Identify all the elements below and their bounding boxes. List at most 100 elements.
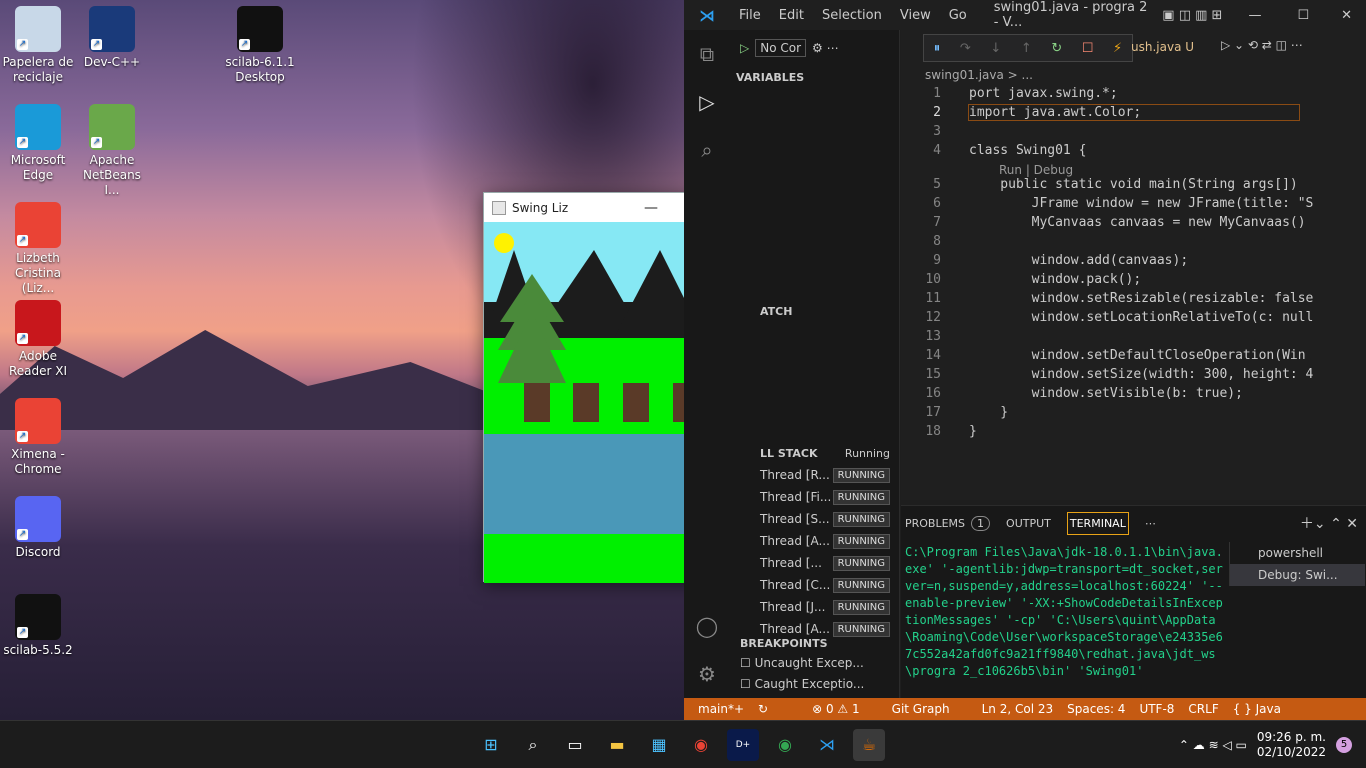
gear-icon[interactable]: ⚙ <box>684 650 730 698</box>
thread-row[interactable]: Thread [Fi... RUNNING <box>760 486 900 508</box>
thread-row[interactable]: Thread [... RUNNING <box>760 552 900 574</box>
code-line[interactable]: MyCanvaas canvaas = new MyCanvaas() <box>969 215 1306 230</box>
stop-icon[interactable]: ☐ <box>1082 41 1094 56</box>
thread-row[interactable]: Thread [S... RUNNING <box>760 508 900 530</box>
code-line[interactable]: } <box>969 424 977 439</box>
panel-controls[interactable]: ＋⌄ ⌃ ✕ <box>1300 513 1358 533</box>
desktop-icon[interactable]: ↗ Papelera de reciclaje <box>0 6 76 85</box>
desktop-icon[interactable]: ↗ scilab-6.1.1 Desktop <box>222 6 298 85</box>
codelens[interactable]: Run | Debug <box>999 163 1073 177</box>
hot-reload-icon[interactable]: ⚡ <box>1113 41 1122 56</box>
clock-date[interactable]: 02/10/2022 <box>1257 745 1326 760</box>
chrome-profile-icon[interactable]: ◉ <box>769 729 801 761</box>
tab-terminal[interactable]: TERMINAL <box>1066 511 1129 535</box>
task-view-icon[interactable]: ▭ <box>559 729 591 761</box>
java-icon[interactable]: ☕ <box>853 728 885 761</box>
step-out-icon[interactable]: ↑ <box>1021 41 1032 56</box>
chrome-icon[interactable]: ◉ <box>685 729 717 761</box>
code-line[interactable]: class Swing01 { <box>969 143 1086 158</box>
bp-uncaught[interactable]: ☐ Uncaught Excep... <box>740 656 864 677</box>
menu-edit[interactable]: Edit <box>779 8 804 23</box>
terminal-output[interactable]: C:\Program Files\Java\jdk-18.0.1.1\bin\j… <box>905 544 1223 680</box>
vscode-icon[interactable]: ⋊ <box>811 729 843 761</box>
start-debug-button[interactable]: ▷ <box>740 41 749 55</box>
search-icon[interactable]: ⌕ <box>684 126 730 174</box>
menu-go[interactable]: Go <box>949 8 967 23</box>
code-line[interactable]: window.setSize(width: 300, height: 4 <box>969 367 1314 382</box>
layout-icon[interactable]: ▣ ◫ ▥ ⊞ <box>1162 8 1222 23</box>
more-icon[interactable]: ⚙ ⋯ <box>812 41 839 55</box>
restart-icon[interactable]: ↻ <box>1051 41 1062 56</box>
status-sync[interactable]: ↻ <box>758 702 768 716</box>
menu-selection[interactable]: Selection <box>822 8 882 23</box>
step-over-icon[interactable]: ↷ <box>960 41 971 56</box>
code-line[interactable]: window.setVisible(b: true); <box>969 386 1243 401</box>
code-line[interactable]: port javax.swing.*; <box>969 86 1118 101</box>
code-line[interactable]: window.setDefaultCloseOperation(Win <box>969 348 1306 363</box>
max-icon[interactable]: ☐ <box>1297 8 1309 23</box>
debug-icon[interactable]: ▷ <box>684 78 730 126</box>
status-position[interactable]: Ln 2, Col 23 <box>982 702 1054 716</box>
status-encoding[interactable]: UTF-8 <box>1139 702 1174 716</box>
desktop-icon[interactable]: ↗ Dev-C++ <box>74 6 150 70</box>
thread-row[interactable]: Thread [R... RUNNING <box>760 464 900 486</box>
code-line[interactable]: window.pack(); <box>969 272 1142 287</box>
status-spaces[interactable]: Spaces: 4 <box>1067 702 1125 716</box>
thread-row[interactable]: Thread [A... RUNNING <box>760 530 900 552</box>
code-line[interactable]: window.setResizable(resizable: false <box>969 291 1314 306</box>
desktop-icon[interactable]: ↗ Microsoft Edge <box>0 104 76 183</box>
clock-time[interactable]: 09:26 p. m. <box>1257 730 1326 745</box>
tray-icons[interactable]: ⌃ ☁ ≋ ◁ ▭ <box>1179 738 1247 752</box>
thread-row[interactable]: Thread [J... RUNNING <box>760 596 900 618</box>
thread-row[interactable]: Thread [C... RUNNING <box>760 574 900 596</box>
file-explorer-icon[interactable]: ▬ <box>601 729 633 761</box>
watch-header[interactable]: ATCH <box>760 300 792 322</box>
editor-actions[interactable]: ▷ ⌄ ⟲ ⇄ ◫ ⋯ <box>1221 38 1303 52</box>
code-line[interactable]: } <box>969 405 1008 420</box>
desktop-icon[interactable]: ↗ Ximena - Chrome <box>0 398 76 477</box>
tab-problems[interactable]: PROBLEMS <box>905 517 965 530</box>
pause-icon[interactable]: ⏸ <box>934 41 941 56</box>
breadcrumb[interactable]: swing01.java > ... <box>925 68 1033 82</box>
callstack-header[interactable]: LL STACK Running <box>760 442 900 464</box>
status-eol[interactable]: CRLF <box>1188 702 1218 716</box>
desktop-icon[interactable]: ↗ Lizbeth Cristina (Liz... <box>0 202 76 296</box>
code-lines[interactable]: 1 port javax.swing.*; 2 import java.awt.Col… <box>901 86 1366 496</box>
status-errors[interactable]: ⊗ 0 ⚠ 1 <box>812 702 860 716</box>
close-icon[interactable]: ✕ <box>1341 8 1352 23</box>
disney-icon[interactable]: D+ <box>727 728 759 761</box>
store-icon[interactable]: ▦ <box>643 729 675 761</box>
breakpoints-header[interactable]: BREAKPOINTS <box>734 632 828 654</box>
desktop-icon[interactable]: ↗ Discord <box>0 496 76 560</box>
menu-view[interactable]: View <box>900 8 931 23</box>
status-branch[interactable]: main*+ <box>698 702 744 716</box>
desktop-icon[interactable]: ↗ scilab-5.5.2 <box>0 594 76 658</box>
terminal-powershell[interactable]: powershell <box>1230 542 1365 564</box>
desktop-icon[interactable]: ↗ Adobe Reader XI <box>0 300 76 379</box>
account-icon[interactable]: ◯ <box>684 602 730 650</box>
code-line[interactable]: window.setLocationRelativeTo(c: null <box>969 310 1314 325</box>
code-line[interactable]: public static void main(String args[]) <box>969 177 1297 192</box>
bp-caught[interactable]: ☐ Caught Exceptio... <box>740 677 864 698</box>
variables-header[interactable]: VARIABLES <box>730 66 899 88</box>
search-icon[interactable]: ⌕ <box>517 729 549 761</box>
terminal-debug[interactable]: Debug: Swi... <box>1230 564 1365 586</box>
notification-badge[interactable]: 5 <box>1336 736 1352 753</box>
menu-file[interactable]: File <box>739 8 761 23</box>
status-gitgraph[interactable]: Git Graph <box>892 702 950 716</box>
start-icon[interactable]: ⊞ <box>475 729 507 761</box>
editor-area[interactable]: ⏸ ↷ ↓ ↑ ↻ ☐ ⚡ ush.java U ▷ ⌄ ⟲ ⇄ ◫ ⋯ swi… <box>901 30 1366 500</box>
code-line[interactable]: import java.awt.Color; <box>968 104 1300 121</box>
panel-more-icon[interactable]: ⋯ <box>1145 517 1156 530</box>
run-config-select[interactable]: No Cor <box>755 39 807 57</box>
code-line[interactable]: JFrame window = new JFrame(title: "S <box>969 196 1314 211</box>
minimize-button[interactable]: — <box>628 200 674 216</box>
desktop-icon[interactable]: ↗ Apache NetBeans I... <box>74 104 150 198</box>
editor-tab[interactable]: ush.java U <box>1131 40 1194 54</box>
min-icon[interactable]: — <box>1248 8 1261 23</box>
explorer-icon[interactable]: ⧉ <box>684 30 730 78</box>
step-into-icon[interactable]: ↓ <box>990 41 1001 56</box>
status-language[interactable]: { } Java <box>1233 702 1281 716</box>
code-line[interactable]: window.add(canvaas); <box>969 253 1189 268</box>
tab-output[interactable]: OUTPUT <box>1006 517 1051 530</box>
